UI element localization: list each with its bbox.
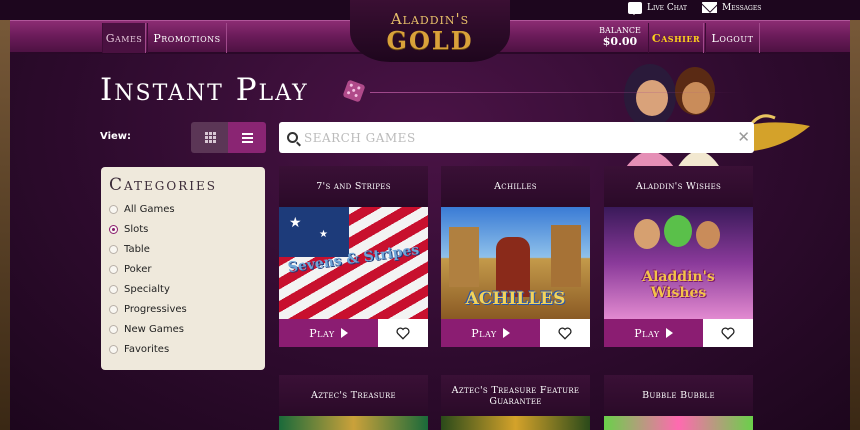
play-button[interactable]: Play	[441, 319, 540, 347]
heart-icon	[558, 327, 572, 340]
grid-icon	[204, 132, 216, 143]
radio-button-selected[interactable]	[109, 224, 118, 234]
heart-icon	[396, 327, 410, 340]
heart-icon	[721, 327, 735, 340]
game-thumbnail[interactable]	[279, 416, 428, 430]
radio-button[interactable]	[109, 324, 118, 334]
category-slots[interactable]: Slots	[109, 219, 265, 239]
nav-logout[interactable]: Logout	[705, 23, 760, 53]
title-divider	[370, 92, 740, 93]
game-title: Aztec's Treasure Feature Guarantee	[441, 375, 590, 416]
play-button[interactable]: Play	[604, 319, 703, 347]
nav-promotions[interactable]: Promotions	[147, 23, 227, 53]
game-card: 7's and Stripes ★ ★ Sevens & Stripes Pla…	[279, 166, 428, 347]
play-icon	[502, 328, 510, 338]
game-title: Achilles	[441, 166, 590, 207]
category-table[interactable]: Table	[109, 239, 265, 259]
categories-heading: Categories	[109, 175, 217, 195]
nav-games[interactable]: Games	[102, 23, 146, 53]
game-title: 7's and Stripes	[279, 166, 428, 207]
mail-icon	[702, 2, 717, 13]
game-thumbnail[interactable]: ★ ★ Sevens & Stripes	[279, 207, 428, 319]
game-title: Bubble Bubble	[604, 375, 753, 416]
game-thumbnail[interactable]: Aladdin's Wishes	[604, 207, 753, 319]
game-thumbnail-text: ACHILLES	[465, 289, 566, 309]
clear-search-icon[interactable]: ✕	[737, 128, 750, 146]
game-card: Aztec's Treasure Feature Guarantee	[441, 375, 590, 430]
game-thumbnail[interactable]	[441, 416, 590, 430]
nav-cashier[interactable]: Cashier	[648, 23, 704, 53]
chat-icon	[628, 2, 642, 15]
messages-link[interactable]: Messages	[702, 2, 761, 13]
favorite-button[interactable]	[378, 319, 428, 347]
radio-button[interactable]	[109, 304, 118, 314]
play-icon	[665, 328, 673, 338]
game-title: Aztec's Treasure	[279, 375, 428, 416]
category-progressives[interactable]: Progressives	[109, 299, 265, 319]
page-title: Instant Play	[100, 72, 309, 108]
game-title: Aladdin's Wishes	[604, 166, 753, 207]
category-all-games[interactable]: All Games	[109, 199, 265, 219]
radio-button[interactable]	[109, 284, 118, 294]
category-specialty[interactable]: Specialty	[109, 279, 265, 299]
play-icon	[340, 328, 348, 338]
search-icon	[287, 132, 298, 143]
game-thumbnail[interactable]: ACHILLES	[441, 207, 590, 319]
balance-display: BALANCE $0.00	[595, 25, 645, 47]
live-chat-link[interactable]: Live Chat	[628, 2, 687, 15]
game-card: Aztec's Treasure	[279, 375, 428, 430]
balance-value: $0.00	[602, 35, 638, 48]
game-card: Achilles ACHILLES Play	[441, 166, 590, 347]
category-favorites[interactable]: Favorites	[109, 339, 265, 359]
grid-view-button[interactable]	[191, 122, 229, 153]
favorite-button[interactable]	[703, 319, 753, 347]
left-frame	[0, 0, 10, 430]
category-new-games[interactable]: New Games	[109, 319, 265, 339]
list-icon	[241, 132, 253, 143]
list-view-button[interactable]	[228, 122, 266, 153]
search-bar: ✕	[279, 122, 754, 153]
site-logo[interactable]: Aladdin's GOLD	[350, 0, 510, 62]
logo-line2: GOLD	[386, 26, 474, 55]
categories-panel: Categories All Games Slots Table Poker S…	[101, 167, 265, 370]
game-thumbnail[interactable]	[604, 416, 753, 430]
view-label: View:	[100, 131, 132, 142]
game-thumbnail-text: Aladdin's Wishes	[642, 269, 715, 301]
radio-button[interactable]	[109, 204, 118, 214]
play-button[interactable]: Play	[279, 319, 378, 347]
search-input[interactable]	[304, 123, 724, 152]
category-poker[interactable]: Poker	[109, 259, 265, 279]
game-card: Aladdin's Wishes Aladdin's Wishes Play	[604, 166, 753, 347]
radio-button[interactable]	[109, 264, 118, 274]
radio-button[interactable]	[109, 344, 118, 354]
favorite-button[interactable]	[540, 319, 590, 347]
radio-button[interactable]	[109, 244, 118, 254]
right-frame	[850, 0, 860, 430]
game-card: Bubble Bubble	[604, 375, 753, 430]
